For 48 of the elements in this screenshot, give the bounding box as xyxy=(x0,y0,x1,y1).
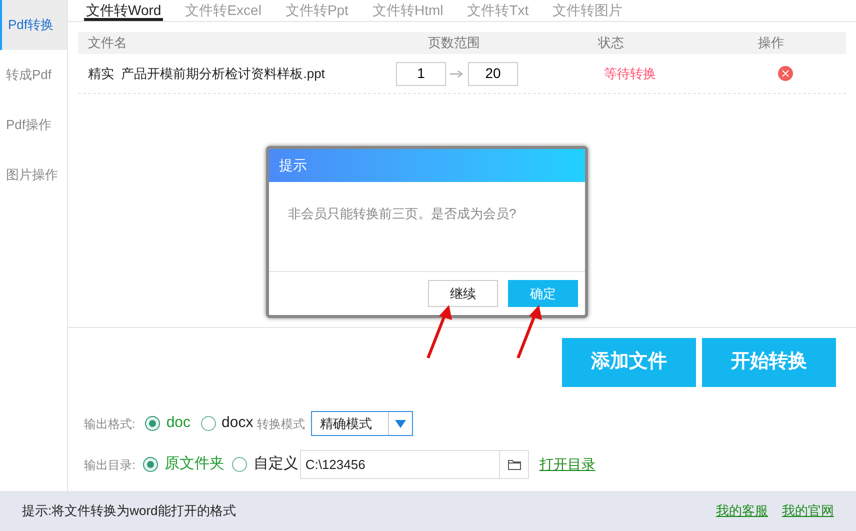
mode-dropdown[interactable]: 精确模式 xyxy=(311,411,414,436)
field-label: 输出目录: xyxy=(84,456,136,474)
dialog-title: 提示 xyxy=(279,156,307,175)
footer-link[interactable]: 我的客服 xyxy=(716,501,768,521)
dialog-button[interactable]: 确定 xyxy=(508,280,578,307)
tab[interactable]: 文件转图片 xyxy=(550,0,625,21)
sidebar-item[interactable]: Pdf转换 xyxy=(0,0,67,50)
footer-link[interactable]: 我的官网 xyxy=(782,501,834,521)
caret-icon xyxy=(395,420,406,428)
radio-button[interactable] xyxy=(200,416,216,431)
folder-icon xyxy=(508,459,521,470)
table-cell-text: 精实 产品开模前期分析检讨资料样板.ppt xyxy=(87,64,326,83)
page-from-field[interactable]: 1 xyxy=(396,62,446,86)
dialog-message: 非会员只能转换前三页。是否成为会员? xyxy=(288,206,516,221)
action-button[interactable]: 添加文件 xyxy=(562,338,696,387)
column-header: 状态 xyxy=(598,34,625,52)
annotation-arrow xyxy=(424,304,454,360)
open-folder-link[interactable]: 打开目录 xyxy=(539,454,596,475)
hint-text: 提示:将文件转换为word能打开的格式 xyxy=(22,502,237,520)
dialog-button[interactable]: 继续 xyxy=(428,280,498,307)
delete-icon[interactable] xyxy=(778,66,793,81)
tab[interactable]: 文件转Html xyxy=(370,0,446,21)
sidebar-item[interactable]: 图片操作 xyxy=(0,150,67,200)
page-to-field[interactable]: 20 xyxy=(468,62,518,86)
radio-label: docx xyxy=(222,413,254,434)
status-text: 等待转换 xyxy=(603,64,657,83)
tab[interactable]: 文件转Txt xyxy=(465,0,531,21)
tab[interactable]: 文件转Excel xyxy=(183,0,264,21)
arrow-icon xyxy=(450,70,464,78)
sidebar-item[interactable]: Pdf操作 xyxy=(0,100,67,150)
tab[interactable]: 文件转Ppt xyxy=(283,0,350,21)
path-field[interactable]: C:\123456 xyxy=(300,450,500,479)
radio-label: doc xyxy=(166,413,191,434)
column-header: 文件名 xyxy=(87,34,128,52)
sidebar-item[interactable]: 转成Pdf xyxy=(0,50,67,100)
radio-button[interactable] xyxy=(232,457,248,472)
radio-button[interactable] xyxy=(143,457,158,472)
folder-button[interactable] xyxy=(500,450,530,479)
annotation-arrow xyxy=(514,304,544,360)
column-header: 页数范围 xyxy=(427,34,481,52)
action-button[interactable]: 开始转换 xyxy=(702,338,836,387)
column-header: 操作 xyxy=(758,34,784,52)
field-label: 转换模式 xyxy=(257,416,306,432)
radio-label: 自定义 xyxy=(253,454,298,474)
radio-button[interactable] xyxy=(145,416,160,431)
tab[interactable]: 文件转Word xyxy=(84,0,164,21)
radio-label: 原文件夹 xyxy=(164,454,224,474)
field-label: 输出格式: xyxy=(84,416,136,432)
